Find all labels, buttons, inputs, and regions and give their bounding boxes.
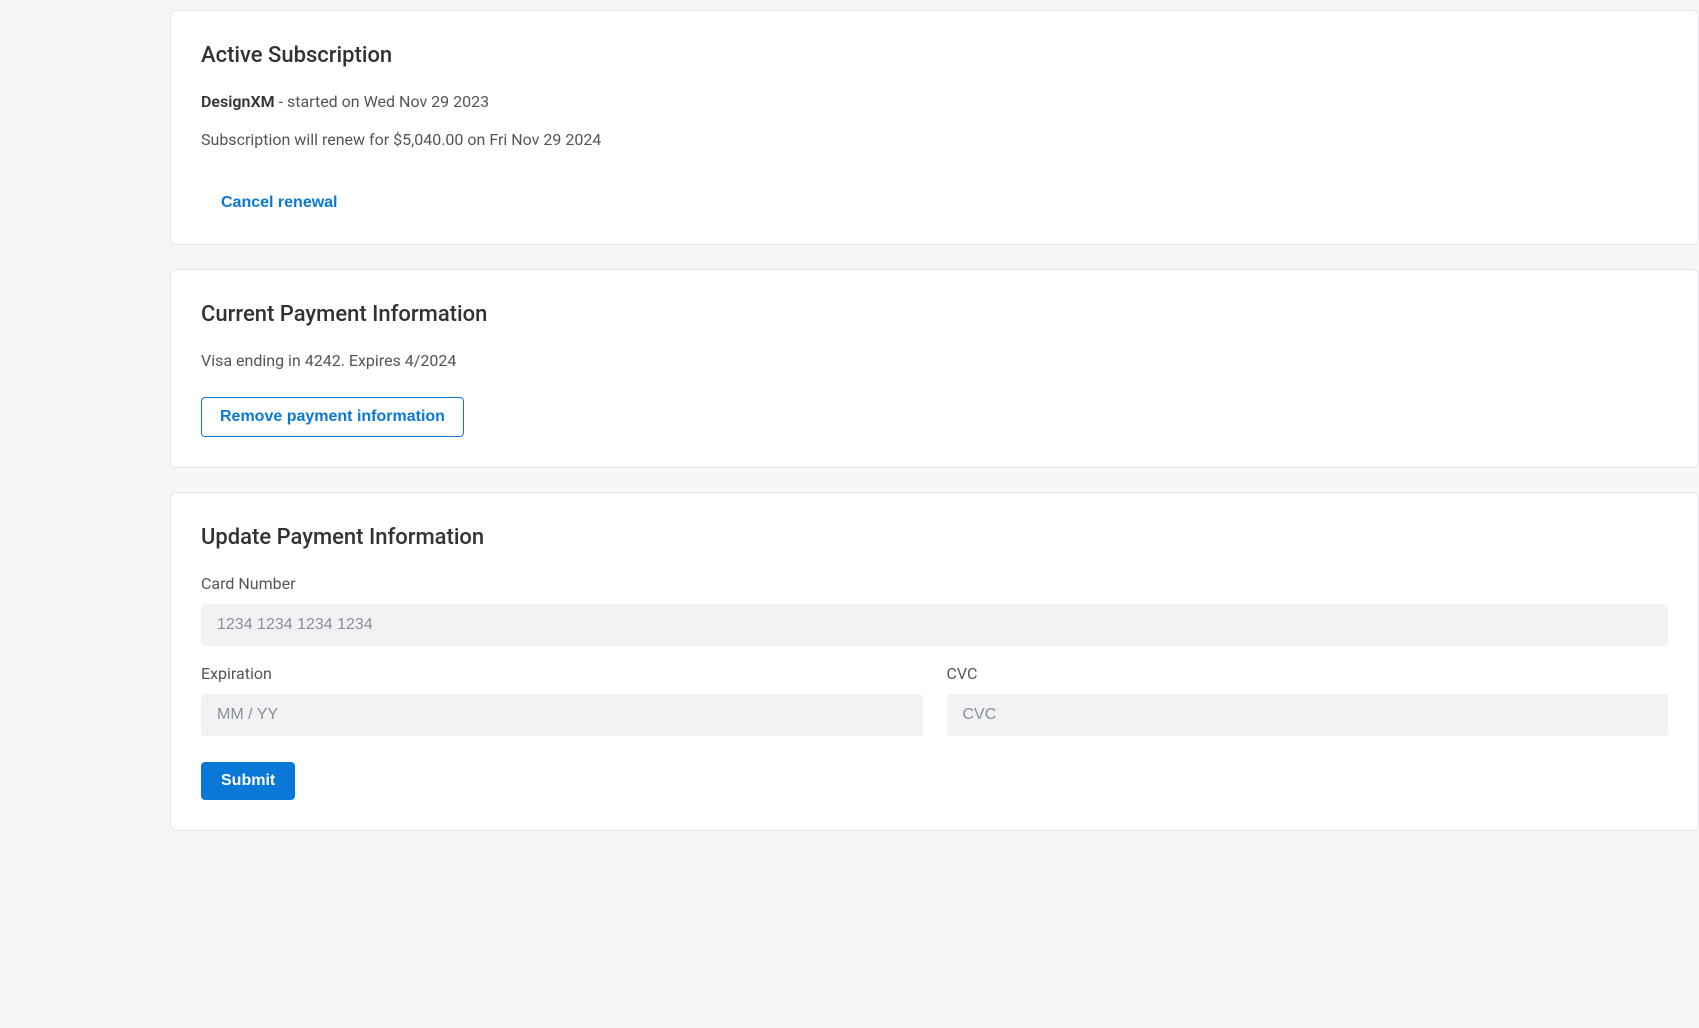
submit-button[interactable]: Submit [201,762,295,800]
card-number-group: Card Number [201,572,1668,646]
subscription-started-text: - started on Wed Nov 29 2023 [275,92,490,111]
current-payment-summary: Visa ending in 4242. Expires 4/2024 [201,349,1668,373]
update-payment-heading: Update Payment Information [201,521,1668,554]
card-number-input[interactable] [201,604,1668,646]
active-subscription-card: Active Subscription DesignXM - started o… [170,10,1699,245]
remove-payment-button[interactable]: Remove payment information [201,397,464,437]
cancel-renewal-button[interactable]: Cancel renewal [221,194,338,212]
update-payment-card: Update Payment Information Card Number E… [170,492,1699,831]
card-number-label: Card Number [201,572,1668,596]
expiration-group: Expiration [201,662,923,736]
subscription-product-name: DesignXM [201,92,275,111]
current-payment-card: Current Payment Information Visa ending … [170,269,1699,468]
cvc-label: CVC [947,662,1669,686]
cvc-input[interactable] [947,694,1669,736]
subscription-renewal-text: Subscription will renew for $5,040.00 on… [201,128,1668,152]
current-payment-heading: Current Payment Information [201,298,1668,331]
expiration-label: Expiration [201,662,923,686]
expiration-input[interactable] [201,694,923,736]
cvc-group: CVC [947,662,1669,736]
subscription-product-line: DesignXM - started on Wed Nov 29 2023 [201,90,1668,114]
active-subscription-heading: Active Subscription [201,39,1668,72]
